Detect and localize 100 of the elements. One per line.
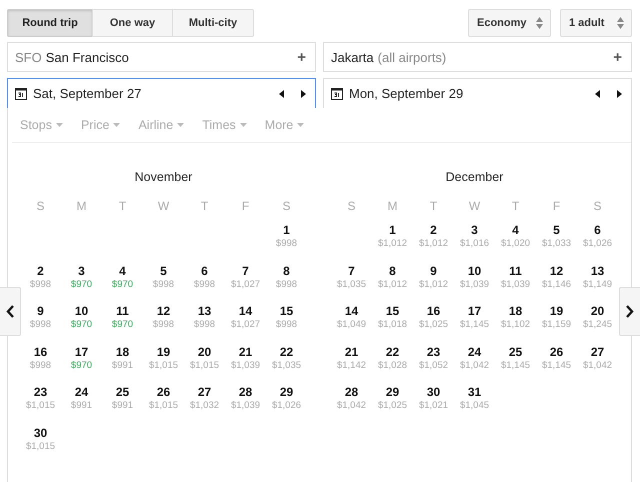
passengers-select[interactable]: 1 adult: [560, 9, 632, 37]
month-title: November: [134, 170, 194, 186]
date-text: Sat, September 27: [33, 86, 142, 101]
calendar-day[interactable]: 23 $1,052: [413, 344, 454, 385]
calendar-day[interactable]: 22 $1,035: [266, 344, 307, 385]
calendar-day[interactable]: 11 $970: [102, 304, 143, 344]
calendar-day[interactable]: 18 $991: [102, 344, 143, 385]
calendar-icon: [331, 88, 343, 100]
calendar-day[interactable]: 9 $1,012: [413, 264, 454, 304]
calendar-day[interactable]: 17 $970: [61, 344, 102, 385]
previous-month-button[interactable]: [0, 287, 21, 336]
weekday-label: T: [200, 199, 210, 215]
calendar-day[interactable]: 7 $1,035: [331, 264, 372, 304]
weekday-label: W: [468, 199, 482, 215]
calendar-day[interactable]: 25 $1,145: [495, 344, 536, 385]
calendar-day[interactable]: 16 $1,025: [413, 304, 454, 344]
trip-type-tab[interactable]: One way: [92, 9, 173, 37]
calendar-day[interactable]: 9 $998: [20, 304, 61, 344]
next-icon[interactable]: [617, 90, 622, 98]
weekday-label: T: [118, 199, 128, 215]
calendar-day[interactable]: 14 $1,049: [331, 304, 372, 344]
calendar-day[interactable]: 25 $991: [102, 385, 143, 426]
calendar-day[interactable]: 12 $1,146: [536, 264, 577, 304]
calendar-day[interactable]: 4 $1,020: [495, 223, 536, 264]
sort-arrows-icon: [536, 17, 543, 29]
calendar-day[interactable]: 22 $1,028: [372, 344, 413, 385]
calendar-day[interactable]: 8 $998: [266, 264, 307, 304]
calendar-day[interactable]: 14 $1,027: [225, 304, 266, 344]
calendar-day[interactable]: 6 $998: [184, 264, 225, 304]
add-button[interactable]: +: [297, 48, 306, 66]
trip-type-tab[interactable]: Multi-city: [172, 9, 254, 37]
chevron-right-icon: [626, 305, 634, 318]
calendar-day[interactable]: 18 $1,102: [495, 304, 536, 344]
calendar-day[interactable]: 27 $1,032: [184, 385, 225, 426]
calendar-day[interactable]: 24 $991: [61, 385, 102, 426]
calendar-day[interactable]: 3 $970: [61, 264, 102, 304]
city-name: Jakarta: [331, 50, 374, 64]
departure-date-field[interactable]: Sat, September 27: [7, 78, 316, 108]
caret-icon: [297, 123, 304, 127]
return-date-field[interactable]: Mon, September 29: [323, 78, 632, 108]
weekday-label: S: [346, 199, 356, 215]
calendar-day[interactable]: 29 $1,025: [372, 385, 413, 426]
caret-icon: [177, 123, 184, 127]
calendar-day[interactable]: 17 $1,145: [454, 304, 495, 344]
calendar-day[interactable]: 1 $1,012: [372, 223, 413, 264]
weekday-label: W: [156, 199, 170, 215]
calendar-day[interactable]: 5 $1,033: [536, 223, 577, 264]
city-name: San Francisco: [46, 50, 129, 64]
calendar-day[interactable]: 15 $1,018: [372, 304, 413, 344]
calendar-day[interactable]: 5 $998: [143, 264, 184, 304]
calendar-day[interactable]: 13 $1,149: [577, 264, 618, 304]
weekday-label: S: [35, 199, 46, 215]
next-month-button[interactable]: [619, 287, 640, 336]
calendar-day[interactable]: 21 $1,142: [331, 344, 372, 385]
calendar-day[interactable]: 31 $1,045: [454, 385, 495, 426]
calendar-day[interactable]: 6 $1,026: [577, 223, 618, 264]
calendar-day[interactable]: 7 $1,027: [225, 264, 266, 304]
caret-icon: [56, 123, 63, 127]
calendar-day[interactable]: 1 $998: [266, 223, 307, 264]
calendar-day[interactable]: 8 $1,012: [372, 264, 413, 304]
calendar-day[interactable]: 24 $1,042: [454, 344, 495, 385]
calendar-day[interactable]: 19 $1,159: [536, 304, 577, 344]
weekday-label: T: [510, 199, 520, 215]
destination-field[interactable]: Jakarta (all airports) +: [323, 42, 632, 72]
calendar-day[interactable]: 26 $1,145: [536, 344, 577, 385]
calendar-day[interactable]: 13 $998: [184, 304, 225, 344]
calendar-day[interactable]: 2 $998: [20, 264, 61, 304]
weekday-label: M: [76, 199, 88, 215]
trip-type-tab[interactable]: Round trip: [7, 9, 93, 37]
calendar-day[interactable]: 3 $1,016: [454, 223, 495, 264]
calendar-day[interactable]: 20 $1,245: [577, 304, 618, 344]
next-icon[interactable]: [301, 90, 306, 98]
calendar-day[interactable]: 4 $970: [102, 264, 143, 304]
previous-icon[interactable]: [595, 90, 600, 98]
previous-icon[interactable]: [279, 90, 284, 98]
calendar-day[interactable]: 20 $1,015: [184, 344, 225, 385]
calendar-day[interactable]: 27 $1,042: [577, 344, 618, 385]
calendar-day[interactable]: 29 $1,026: [266, 385, 307, 426]
calendar-day[interactable]: 15 $998: [266, 304, 307, 344]
calendar-day[interactable]: 11 $1,039: [495, 264, 536, 304]
weekday-label: S: [592, 199, 602, 215]
date-text: Mon, September 29: [349, 86, 464, 101]
origin-field[interactable]: SFO San Francisco +: [7, 42, 316, 72]
calendar-day[interactable]: 28 $1,042: [331, 385, 372, 426]
calendar-day[interactable]: 23 $1,015: [20, 385, 61, 426]
add-button[interactable]: +: [613, 48, 622, 66]
calendar-day[interactable]: 26 $1,015: [143, 385, 184, 426]
cabin-class-select[interactable]: Economy: [468, 9, 551, 37]
calendar-day[interactable]: 30 $1,021: [413, 385, 454, 426]
calendar-icon: [15, 88, 27, 100]
calendar-day[interactable]: 10 $1,039: [454, 264, 495, 304]
calendar-day[interactable]: 28 $1,039: [225, 385, 266, 426]
calendar-day[interactable]: 19 $1,015: [143, 344, 184, 385]
calendar-day[interactable]: 30 $1,015: [20, 426, 61, 466]
weekday-label: S: [281, 199, 292, 215]
calendar-day[interactable]: 2 $1,012: [413, 223, 454, 264]
calendar-day[interactable]: 16 $998: [20, 344, 61, 385]
calendar-day[interactable]: 10 $970: [61, 304, 102, 344]
calendar-day[interactable]: 21 $1,039: [225, 344, 266, 385]
calendar-day[interactable]: 12 $998: [143, 304, 184, 344]
